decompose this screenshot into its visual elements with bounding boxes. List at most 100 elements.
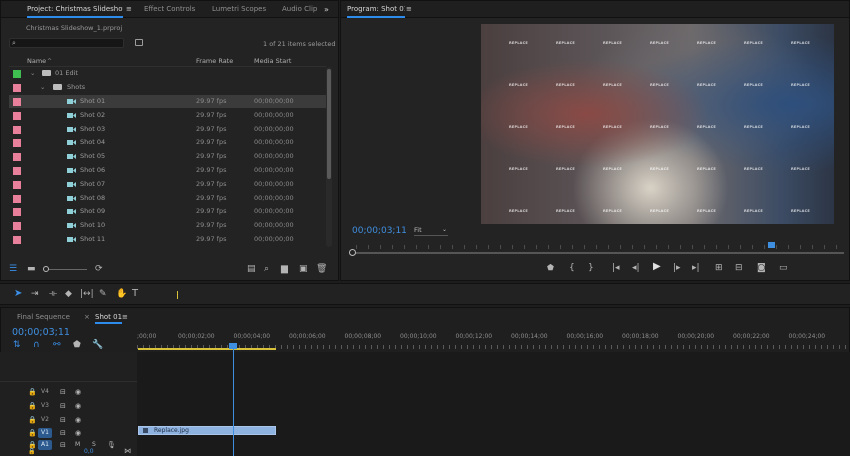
lock-icon[interactable]: 🔒 [28,401,37,411]
clip-row[interactable]: Shot 08 29.97 fps 00;00;00;00 [9,192,326,205]
folder-row[interactable]: ⌄ Shots [9,81,326,94]
mark-out-icon[interactable]: } [588,263,594,273]
tab-final-sequence[interactable]: Final Sequence [17,310,70,324]
add-marker-icon[interactable]: ⬟ [547,263,554,273]
sync-lock-icon[interactable]: ⊟ [60,401,66,411]
extract-icon[interactable]: ⊟ [735,263,743,273]
track-header-a1[interactable]: 🔒 A1 ⊟ M S 🎙 [0,438,137,452]
tab-shot-01[interactable]: Shot 01 [95,310,123,324]
lock-icon[interactable]: 🔒 [28,387,37,397]
playhead-handle-icon[interactable] [229,343,237,349]
playhead-line[interactable] [233,346,234,456]
mark-in-icon[interactable]: { [569,263,575,273]
disclosure-icon[interactable]: ⌄ [30,67,35,80]
tab-project[interactable]: Project: Christmas Slideshow_1 [27,1,123,18]
clip-row[interactable]: Shot 07 29.97 fps 00;00;00;00 [9,178,326,191]
clip-row[interactable]: Shot 09 29.97 fps 00;00;00;00 [9,205,326,218]
slip-tool-icon[interactable]: |↔| [80,289,94,299]
clip-row[interactable]: Shot 03 29.97 fps 00;00;00;00 [9,123,326,136]
trash-icon[interactable]: 🗑 [316,264,327,274]
automate-icon[interactable]: ⟳ [95,264,103,274]
tabs-overflow-icon[interactable]: » [324,1,329,18]
mic-icon[interactable]: 🎙 [107,440,116,450]
lock-icon[interactable]: 🔒 [28,415,37,425]
expand-track-icon[interactable]: ⋈ [124,447,131,455]
audio-volume-value[interactable]: 0,0 [84,448,94,455]
clip-row[interactable]: Shot 01 29.97 fps 00;00;00;00 [9,95,326,108]
clip-row[interactable]: Shot 11 29.97 fps 00;00;00;00 [9,233,326,246]
sync-lock-icon[interactable]: ⊟ [60,387,66,397]
linked-selection-icon[interactable]: ⚯ [53,340,61,350]
clip-row[interactable]: Shot 10 29.97 fps 00;00;00;00 [9,219,326,232]
scrollbar-thumb[interactable] [327,69,331,179]
find-icon[interactable]: ⌕ [264,264,269,274]
mini-scroll-track[interactable] [354,252,844,254]
step-forward-icon[interactable]: |▸ [673,263,681,273]
tab-close-icon[interactable]: × [84,310,90,324]
type-tool-icon[interactable]: T [132,289,138,299]
add-marker-icon[interactable]: ⬟ [73,340,81,350]
play-icon[interactable]: ▶ [653,262,661,272]
track-label[interactable]: A1 [38,440,52,450]
tab-audio-clip-mixer[interactable]: Audio Clip M [282,1,320,18]
sync-lock-icon[interactable]: ⊟ [60,440,66,450]
nest-icon[interactable]: ⇅ [13,340,21,350]
timeline-timecode[interactable]: 00;00;03;11 [12,327,70,338]
comparison-view-icon[interactable]: ▭ [779,263,788,273]
new-bin-icon[interactable]: ▆ [281,264,288,274]
mute-button[interactable]: M [75,440,80,450]
wrench-icon[interactable]: 🔧 [92,340,103,350]
icon-view-icon[interactable]: ▬ [27,264,36,274]
project-scrollbar[interactable] [326,67,332,247]
program-mini-timeline[interactable] [348,239,846,259]
folder-row[interactable]: ⌄ 01 Edit [9,67,326,80]
camera-icon[interactable]: ◙ [757,263,766,273]
track-select-tool-icon[interactable]: ⇥ [31,289,39,299]
timeline-clip[interactable]: Replace.jpg [138,426,276,435]
snap-icon[interactable]: ∩ [33,340,40,350]
track-header-v4[interactable]: 🔒 V4 ⊟ ◉ [0,385,137,399]
selection-tool-icon[interactable]: ➤ [14,289,22,299]
audio-lock-icon[interactable]: 🔒 [28,448,35,455]
tab-lumetri-scopes[interactable]: Lumetri Scopes [212,1,266,18]
razor-tool-icon[interactable]: ◆ [65,289,72,299]
new-search-bin-icon[interactable] [135,39,143,46]
go-to-in-icon[interactable]: |◂ [612,263,620,273]
program-timecode[interactable]: 00;00;03;11 [352,226,407,236]
hand-tool-icon[interactable]: ✋ [116,289,127,299]
track-label[interactable]: V4 [38,387,52,397]
clip-row[interactable]: Shot 06 29.97 fps 00;00;00;00 [9,164,326,177]
clip-row[interactable]: Shot 04 29.97 fps 00;00;00;00 [9,136,326,149]
eye-icon[interactable]: ◉ [75,415,81,425]
track-label[interactable]: V2 [38,415,52,425]
lock-icon[interactable]: 🔒 [28,428,37,438]
program-video-frame[interactable]: REPLACE REPLACE REPLACE REPLACE REPLACE REPLA… [481,24,834,224]
pen-tool-icon[interactable]: ✎ [99,289,107,299]
disclosure-icon[interactable]: ⌄ [40,81,45,94]
eye-icon[interactable]: ◉ [75,401,81,411]
new-bin-from-selection-icon[interactable]: ▤ [247,264,256,274]
work-area-bar[interactable] [138,348,276,350]
clip-row[interactable]: Shot 02 29.97 fps 00;00;00;00 [9,109,326,122]
track-label[interactable]: V1 [38,428,52,438]
mini-scroll-start-handle[interactable] [349,249,356,256]
search-input[interactable]: ⌕ [9,38,124,48]
fit-dropdown[interactable]: Fit ⌄ [414,226,448,236]
tab-program[interactable]: Program: Shot 01 [347,1,405,18]
sync-lock-icon[interactable]: ⊟ [60,428,66,438]
sync-lock-icon[interactable]: ⊟ [60,415,66,425]
program-menu-icon[interactable]: ≡ [406,1,412,18]
list-view-icon[interactable]: ☰ [9,264,17,274]
go-to-out-icon[interactable]: ▸| [692,263,700,273]
eye-icon[interactable]: ◉ [75,428,81,438]
lift-icon[interactable]: ⊞ [715,263,723,273]
mini-playhead-icon[interactable] [768,242,775,248]
track-header-v3[interactable]: 🔒 V3 ⊟ ◉ [0,399,137,413]
tab-effect-controls[interactable]: Effect Controls [144,1,195,18]
clip-row[interactable]: Shot 05 29.97 fps 00;00;00;00 [9,150,326,163]
track-header-v2[interactable]: 🔒 V2 ⊟ ◉ [0,413,137,427]
ripple-edit-tool-icon[interactable]: ⟛ [49,289,57,299]
step-back-icon[interactable]: ◂| [632,263,640,273]
timeline-menu-icon[interactable]: ≡ [122,310,128,324]
eye-icon[interactable]: ◉ [75,387,81,397]
